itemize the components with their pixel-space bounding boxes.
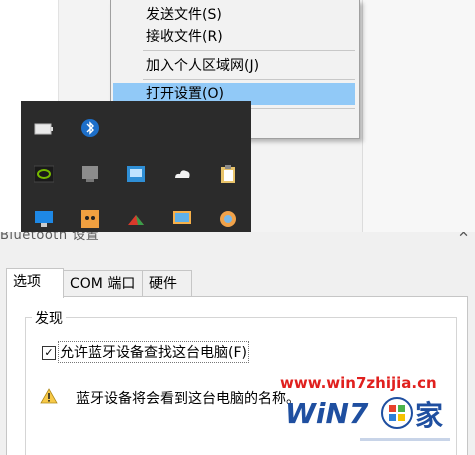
display-icon[interactable] [80, 164, 100, 184]
onedrive-icon[interactable] [172, 164, 192, 184]
watermark-logo-text: WiN7 [285, 397, 369, 430]
watermark-underline [360, 438, 450, 441]
menu-separator [143, 50, 355, 51]
battery-icon[interactable] [34, 119, 54, 139]
watermark-logo-char: 家 [415, 399, 443, 432]
background-window [362, 0, 475, 232]
warning-icon [40, 388, 58, 404]
watermark-url: www.win7zhijia.cn [280, 374, 437, 392]
allow-discovery-checkbox[interactable]: ✓ [42, 346, 56, 360]
bluetooth-icon[interactable] [80, 118, 100, 138]
monitor-icon[interactable] [34, 209, 54, 229]
tab-hardware[interactable]: 硬件 [142, 270, 192, 296]
clipboard-icon[interactable] [218, 164, 238, 184]
tab-options[interactable]: 选项 [6, 268, 64, 298]
windows-flag-icon [381, 397, 413, 429]
menu-separator [143, 79, 355, 80]
taskbar-screenshot: 发送文件(S) 接收文件(R) 加入个人区域网(J) 打开设置(O) 删除图标(… [0, 0, 475, 232]
notification-tray-overflow [21, 101, 251, 232]
cat-app-icon[interactable] [80, 209, 100, 229]
menu-item-send-file[interactable]: 发送文件(S) [113, 4, 355, 26]
nvidia-icon[interactable] [34, 164, 54, 184]
warning-text: 蓝牙设备将会看到这台电脑的名称。 [76, 391, 300, 407]
disk-icon[interactable] [218, 209, 238, 229]
tab-com-port[interactable]: COM 端口 [63, 270, 143, 296]
close-icon[interactable]: ✕ [458, 232, 469, 241]
watermark-logo: WiN7 家 [285, 397, 443, 432]
network-icon[interactable] [126, 164, 146, 184]
menu-item-receive-file[interactable]: 接收文件(R) [113, 26, 355, 48]
group-title: 发现 [32, 308, 66, 328]
menu-item-join-pan[interactable]: 加入个人区域网(J) [113, 55, 355, 77]
allow-discovery-label[interactable]: 允许蓝牙设备查找这台电脑(F) [58, 341, 249, 363]
desktop-icon[interactable] [172, 209, 192, 229]
red-app-icon[interactable] [126, 209, 146, 229]
dialog-title: Bluetooth 设置 [0, 232, 100, 243]
